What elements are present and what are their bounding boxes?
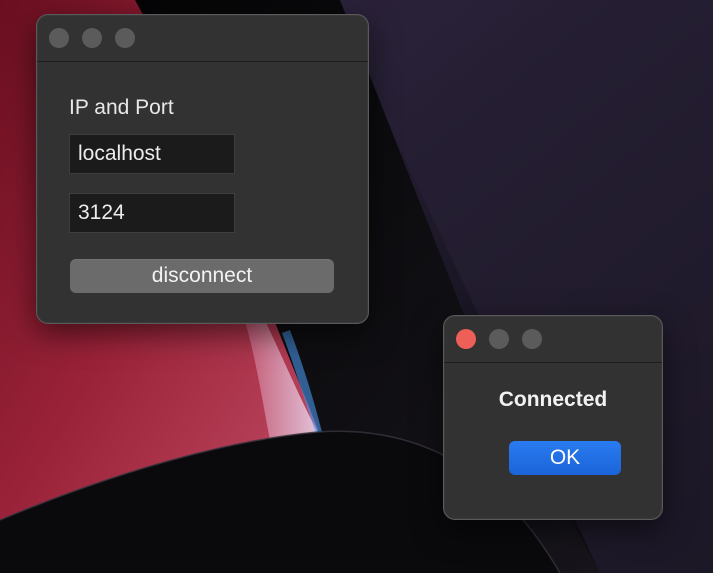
disconnect-button[interactable]: disconnect	[70, 259, 334, 293]
zoom-window-button[interactable]	[115, 28, 135, 48]
minimize-window-button[interactable]	[82, 28, 102, 48]
zoom-alert-button[interactable]	[522, 329, 542, 349]
ip-port-label: IP and Port	[69, 96, 174, 119]
close-alert-button[interactable]	[456, 329, 476, 349]
alert-titlebar[interactable]	[444, 316, 662, 363]
close-window-button[interactable]	[49, 28, 69, 48]
ip-address-field[interactable]	[69, 134, 235, 174]
connected-alert-window: Connected OK	[443, 315, 663, 520]
minimize-alert-button[interactable]	[489, 329, 509, 349]
window-titlebar[interactable]	[37, 15, 368, 62]
port-field[interactable]	[69, 193, 235, 233]
ok-button[interactable]: OK	[509, 441, 621, 475]
alert-message: Connected	[498, 388, 608, 411]
connection-window: IP and Port disconnect	[36, 14, 369, 324]
